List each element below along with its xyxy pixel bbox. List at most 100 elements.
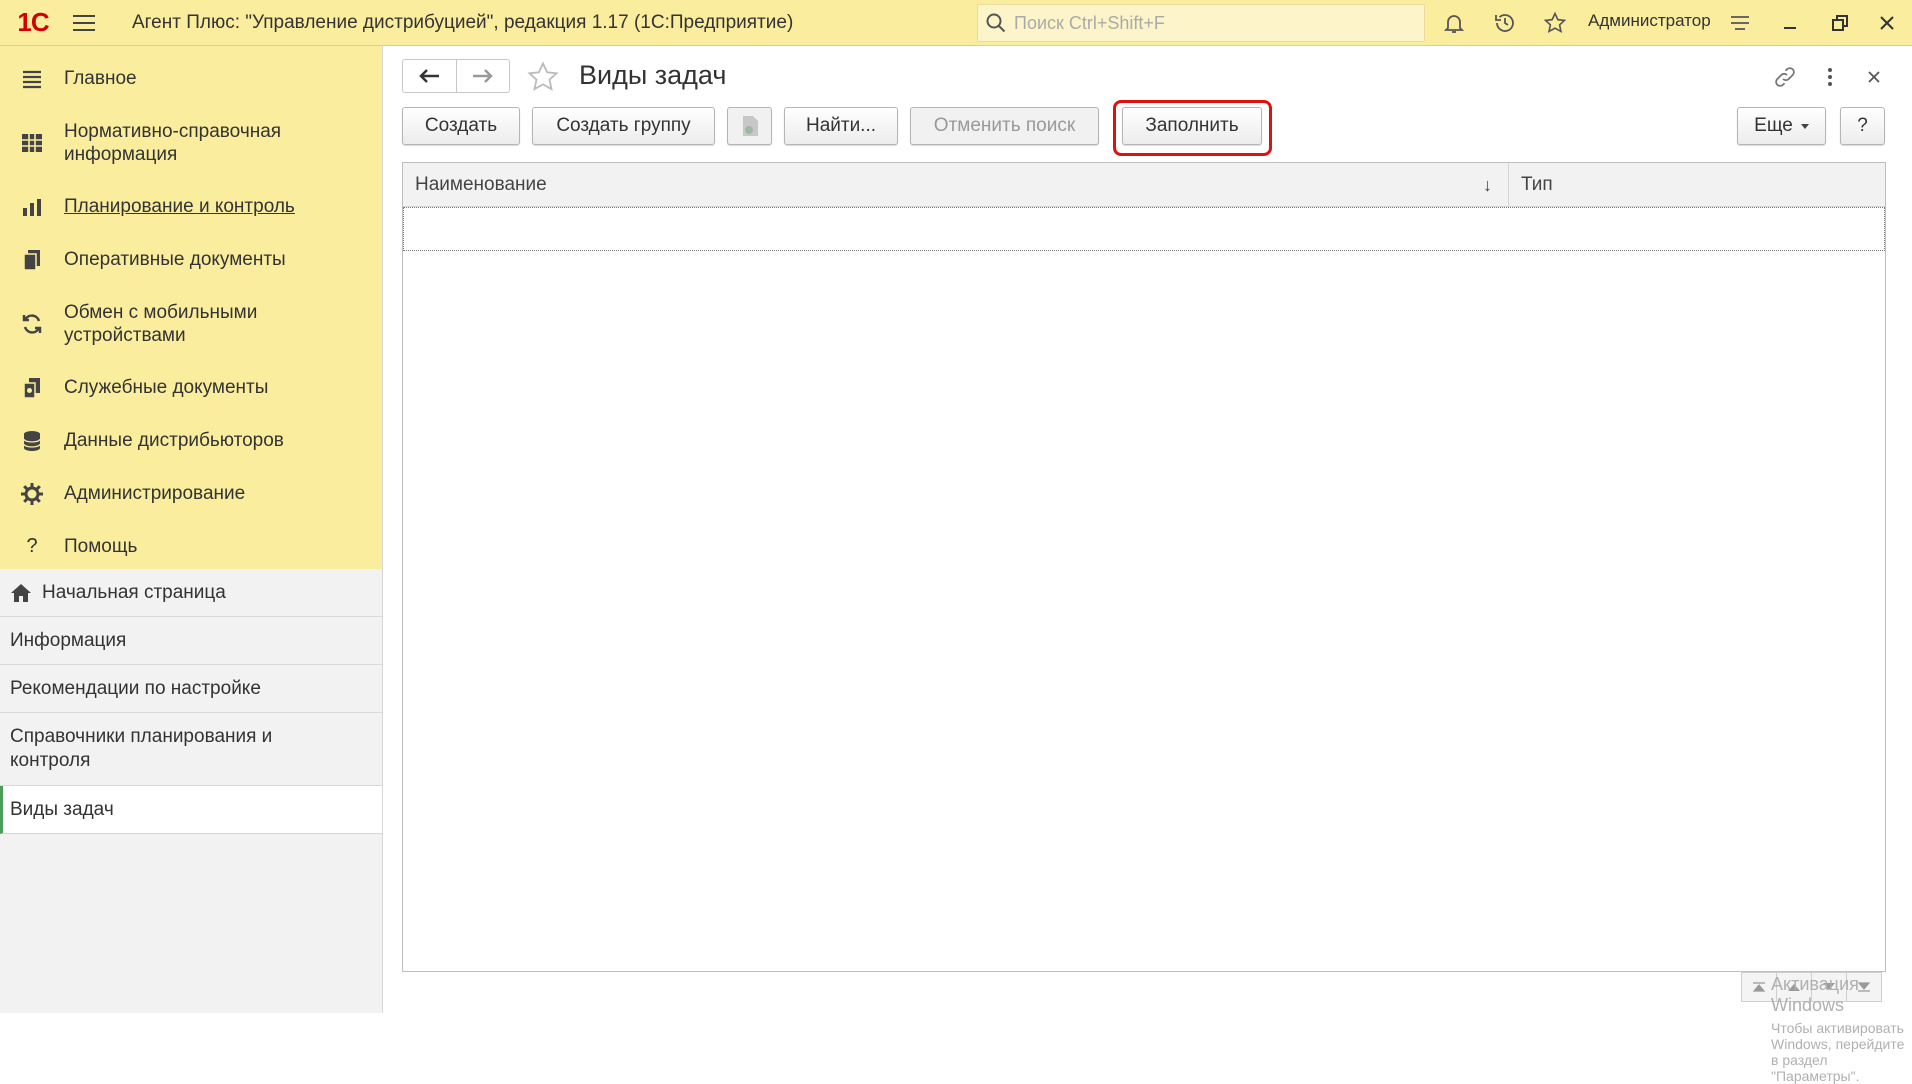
hamburger-icon bbox=[73, 21, 95, 24]
bell-icon bbox=[1443, 15, 1465, 33]
open-window-task-types[interactable]: Виды задач bbox=[0, 786, 382, 834]
menu-lines-icon bbox=[18, 65, 46, 93]
sections-panel: Главное Нормативно-справочная информация… bbox=[0, 46, 382, 569]
link-button[interactable] bbox=[1770, 62, 1800, 92]
sort-arrow-icon: ↓ bbox=[1483, 175, 1492, 195]
column-header-name[interactable]: Наименование ↓ bbox=[403, 163, 1509, 206]
section-label: Обмен с мобильными устройствами bbox=[64, 301, 258, 346]
close-window-button[interactable] bbox=[1870, 6, 1904, 40]
star-icon bbox=[1543, 11, 1567, 34]
fill-button-highlight bbox=[1113, 100, 1272, 156]
link-icon bbox=[1775, 67, 1795, 87]
arrow-right-icon bbox=[472, 69, 493, 83]
open-window-label: Справочники планирования и контроля bbox=[10, 726, 273, 771]
section-distributor-data[interactable]: Данные дистрибьюторов bbox=[0, 414, 382, 467]
find-button[interactable]: Найти... bbox=[784, 107, 898, 145]
minimize-button[interactable] bbox=[1773, 6, 1807, 40]
help-button[interactable]: ? bbox=[1840, 107, 1885, 145]
section-label: Оперативные документы bbox=[64, 249, 286, 270]
documents-icon bbox=[18, 246, 46, 274]
open-window-recommendations[interactable]: Рекомендации по настройке bbox=[0, 665, 382, 713]
favorites-button[interactable] bbox=[1538, 6, 1572, 40]
service-docs-icon bbox=[18, 374, 46, 402]
close-icon bbox=[1880, 16, 1894, 30]
open-window-home[interactable]: Начальная страница bbox=[0, 569, 382, 617]
sync-icon bbox=[18, 310, 46, 338]
app-logo[interactable]: 1С bbox=[8, 0, 58, 46]
user-name[interactable]: Администратор bbox=[1588, 11, 1711, 31]
section-planning[interactable]: Планирование и контроль bbox=[0, 180, 382, 233]
search-input[interactable] bbox=[1012, 11, 1412, 35]
history-nav bbox=[402, 59, 510, 93]
column-title: Тип bbox=[1521, 173, 1553, 195]
settings-menu-button[interactable] bbox=[1723, 6, 1757, 40]
section-operational-docs[interactable]: Оперативные документы bbox=[0, 233, 382, 286]
open-window-planning-catalogs[interactable]: Справочники планирования и контроля bbox=[0, 713, 382, 786]
section-reference[interactable]: Нормативно-справочная информация bbox=[0, 105, 382, 180]
restore-icon bbox=[1832, 15, 1848, 31]
sidebar: Главное Нормативно-справочная информация… bbox=[0, 46, 383, 1013]
open-window-label: Информация bbox=[10, 629, 127, 651]
more-actions-button[interactable] bbox=[1815, 62, 1845, 92]
open-window-label: Начальная страница bbox=[42, 581, 226, 603]
arrow-left-icon bbox=[419, 69, 440, 83]
more-label: Еще bbox=[1754, 115, 1793, 136]
windows-activation-watermark: Активация Windows Чтобы активировать Win… bbox=[1771, 974, 1912, 1084]
section-label: Данные дистрибьюторов bbox=[64, 430, 284, 451]
create-button[interactable]: Создать bbox=[402, 107, 520, 145]
scroll-top-icon bbox=[1752, 982, 1766, 992]
history-icon bbox=[1495, 14, 1514, 32]
section-label: Планирование и контроль bbox=[64, 196, 295, 217]
more-button[interactable]: Еще bbox=[1737, 107, 1826, 145]
vertical-dots-icon bbox=[1828, 68, 1832, 86]
app-title: Агент Плюс: "Управление дистрибуцией", р… bbox=[132, 11, 794, 33]
table-header: Наименование ↓ Тип bbox=[403, 163, 1885, 207]
section-label: Помощь bbox=[64, 536, 138, 557]
star-outline-icon bbox=[527, 61, 559, 91]
create-group-button[interactable]: Создать группу bbox=[532, 107, 715, 145]
search-icon bbox=[986, 13, 1006, 33]
column-title: Наименование bbox=[415, 173, 547, 195]
watermark-title: Активация Windows bbox=[1771, 974, 1859, 1015]
add-favorite-button[interactable] bbox=[525, 60, 561, 99]
help-icon: ? bbox=[26, 535, 38, 557]
section-administration[interactable]: Администрирование bbox=[0, 467, 382, 520]
history-button[interactable] bbox=[1488, 6, 1522, 40]
main-content: Виды задач Создать Создать группу Найти.… bbox=[383, 46, 1912, 1084]
section-main[interactable]: Главное bbox=[0, 52, 382, 105]
grid-icon bbox=[18, 129, 46, 157]
open-windows-list: Начальная страница Информация Рекомендац… bbox=[0, 569, 382, 834]
cancel-search-button[interactable]: Отменить поиск bbox=[910, 107, 1099, 145]
page-title: Виды задач bbox=[579, 60, 727, 90]
section-service-docs[interactable]: Служебные документы bbox=[0, 361, 382, 414]
open-window-info[interactable]: Информация bbox=[0, 617, 382, 665]
task-types-table[interactable]: Наименование ↓ Тип bbox=[402, 162, 1886, 972]
back-button[interactable] bbox=[403, 60, 457, 92]
settings-lines-icon bbox=[1731, 16, 1749, 30]
table-row[interactable] bbox=[403, 207, 1885, 251]
restore-button[interactable] bbox=[1823, 6, 1857, 40]
minimize-icon bbox=[1784, 27, 1796, 29]
gear-icon bbox=[18, 480, 46, 508]
section-help[interactable]: ? Помощь bbox=[0, 520, 382, 573]
bar-chart-icon bbox=[18, 193, 46, 221]
section-label: Нормативно-справочная информация bbox=[64, 120, 282, 165]
close-icon bbox=[1868, 71, 1880, 83]
open-window-label: Рекомендации по настройке bbox=[10, 677, 261, 699]
section-label: Служебные документы bbox=[64, 377, 269, 398]
copy-document-icon bbox=[742, 116, 758, 136]
copy-button[interactable] bbox=[727, 107, 772, 145]
section-mobile-exchange[interactable]: Обмен с мобильными устройствами bbox=[0, 286, 382, 361]
home-icon bbox=[10, 583, 32, 603]
title-bar: 1С Агент Плюс: "Управление дистрибуцией"… bbox=[0, 0, 1912, 46]
open-window-label: Виды задач bbox=[10, 798, 114, 820]
watermark-text: Чтобы активировать Windows, перейдите в … bbox=[1771, 1020, 1905, 1084]
notifications-button[interactable] bbox=[1437, 6, 1471, 40]
close-form-button[interactable] bbox=[1859, 62, 1889, 92]
column-header-type[interactable]: Тип bbox=[1509, 163, 1885, 206]
section-label: Администрирование bbox=[64, 483, 246, 504]
main-menu-button[interactable] bbox=[64, 0, 104, 46]
search-box[interactable] bbox=[977, 4, 1425, 42]
chevron-down-icon bbox=[1800, 123, 1809, 129]
forward-button[interactable] bbox=[457, 60, 510, 92]
